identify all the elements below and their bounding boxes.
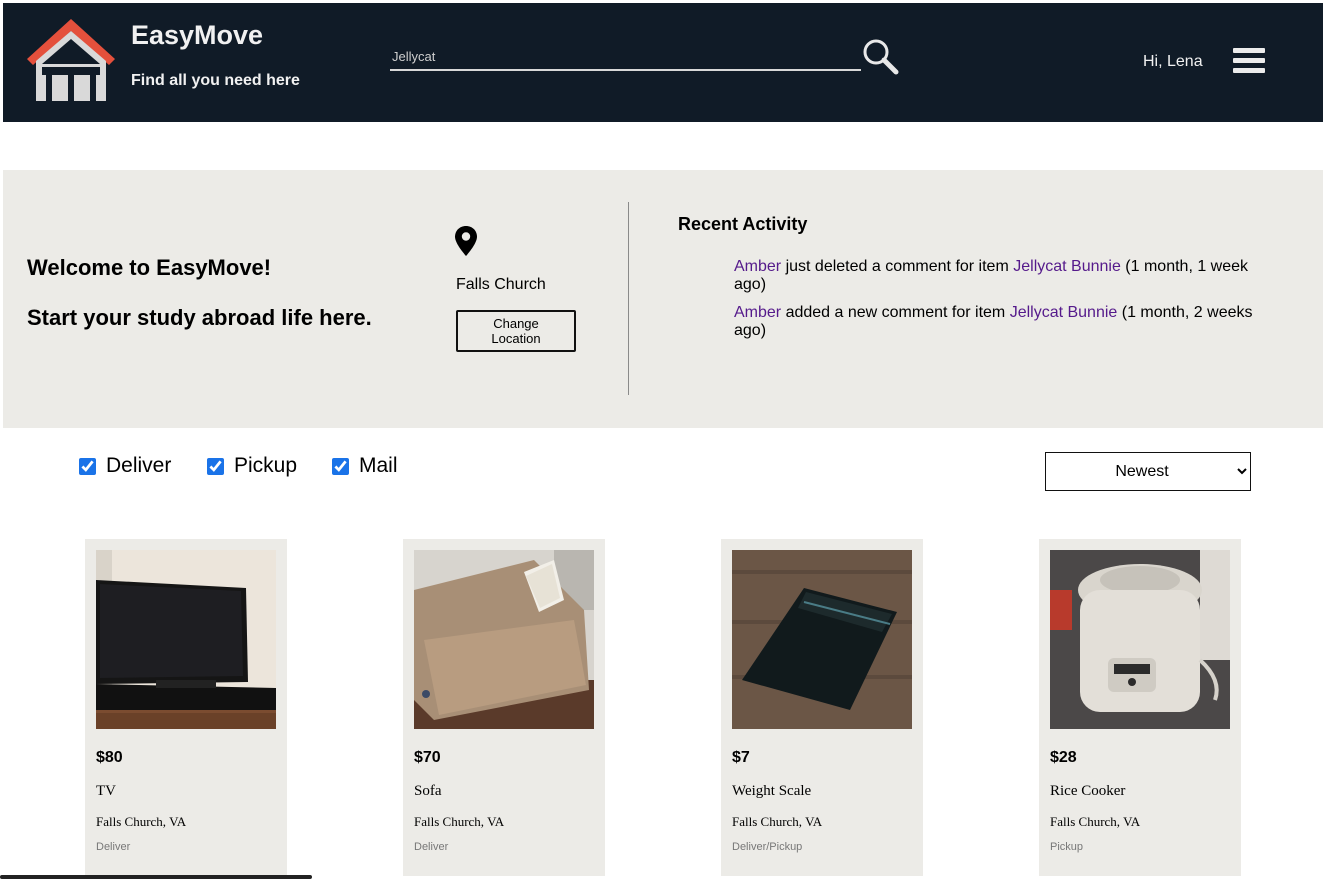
recent-activity-list: Amber just deleted a comment for item Je… — [734, 258, 1264, 350]
product-location: Falls Church, VA — [1050, 814, 1141, 829]
product-name[interactable]: TV — [96, 783, 116, 800]
product-method: Pickup — [1050, 841, 1084, 853]
product-price: $70 — [414, 749, 441, 766]
filter-mail-label: Mail — [359, 454, 398, 477]
product-name[interactable]: Rice Cooker — [1050, 783, 1125, 800]
welcome-heading: Welcome to EasyMove! — [27, 255, 272, 280]
product-method: Deliver — [414, 841, 449, 853]
product-location: Falls Church, VA — [96, 814, 187, 829]
product-card[interactable]: $28 Rice Cooker Falls Church, VA Pickup — [1039, 539, 1241, 876]
product-image-weight-scale[interactable] — [732, 550, 912, 729]
filter-mail[interactable]: Mail — [332, 454, 398, 478]
activity-item: Amber just deleted a comment for item Je… — [734, 258, 1264, 294]
product-name[interactable]: Weight Scale — [732, 783, 811, 800]
mail-checkbox[interactable] — [332, 457, 349, 475]
product-image-sofa[interactable] — [414, 550, 594, 729]
activity-user-link[interactable]: Amber — [734, 304, 781, 321]
product-name[interactable]: Sofa — [414, 783, 442, 800]
house-logo-icon[interactable] — [24, 17, 119, 101]
brand-title[interactable]: EasyMove — [131, 20, 263, 51]
brand-tagline: Find all you need here — [131, 72, 300, 89]
welcome-subheading: Start your study abroad life here. — [27, 305, 372, 330]
sort-select[interactable]: Newest — [1045, 452, 1251, 491]
filter-deliver-label: Deliver — [106, 454, 172, 477]
change-location-button[interactable]: Change Location — [456, 310, 576, 352]
activity-item-link[interactable]: Jellycat Bunnie — [1013, 258, 1121, 275]
product-card[interactable]: $7 Weight Scale Falls Church, VA Deliver… — [721, 539, 923, 876]
product-method: Deliver/Pickup — [732, 841, 803, 853]
hamburger-menu-icon[interactable] — [1231, 46, 1267, 76]
pickup-checkbox[interactable] — [207, 457, 224, 475]
deliver-checkbox[interactable] — [79, 457, 96, 475]
product-price: $7 — [732, 749, 750, 766]
product-method: Deliver — [96, 841, 131, 853]
product-location: Falls Church, VA — [414, 814, 505, 829]
banner-divider — [628, 202, 629, 395]
product-price: $28 — [1050, 749, 1077, 766]
filter-deliver[interactable]: Deliver — [79, 454, 171, 478]
filter-pickup-label: Pickup — [234, 454, 298, 477]
user-greeting[interactable]: Hi, Lena — [1143, 53, 1203, 71]
product-location: Falls Church, VA — [732, 814, 823, 829]
current-location: Falls Church — [456, 276, 546, 293]
product-image-tv[interactable] — [96, 550, 276, 729]
activity-action: just deleted a comment for item — [781, 258, 1014, 275]
product-card[interactable]: $80 TV Falls Church, VA Deliver — [85, 539, 287, 876]
search-icon[interactable] — [860, 36, 900, 76]
activity-item-link[interactable]: Jellycat Bunnie — [1010, 304, 1118, 321]
product-card[interactable]: $70 Sofa Falls Church, VA Deliver — [403, 539, 605, 876]
activity-item: Amber added a new comment for item Jelly… — [734, 304, 1264, 340]
filter-pickup[interactable]: Pickup — [207, 454, 297, 478]
activity-action: added a new comment for item — [781, 304, 1010, 321]
location-pin-icon — [454, 225, 478, 257]
activity-user-link[interactable]: Amber — [734, 258, 781, 275]
welcome-banner: Welcome to EasyMove! Start your study ab… — [3, 170, 1323, 428]
product-image-rice-cooker[interactable] — [1050, 550, 1230, 729]
product-price: $80 — [96, 749, 123, 766]
recent-activity-title: Recent Activity — [678, 214, 808, 234]
search-input[interactable] — [390, 44, 861, 71]
top-header: EasyMove Find all you need here Hi, Lena — [3, 3, 1323, 122]
horizontal-scrollbar[interactable] — [0, 875, 312, 879]
